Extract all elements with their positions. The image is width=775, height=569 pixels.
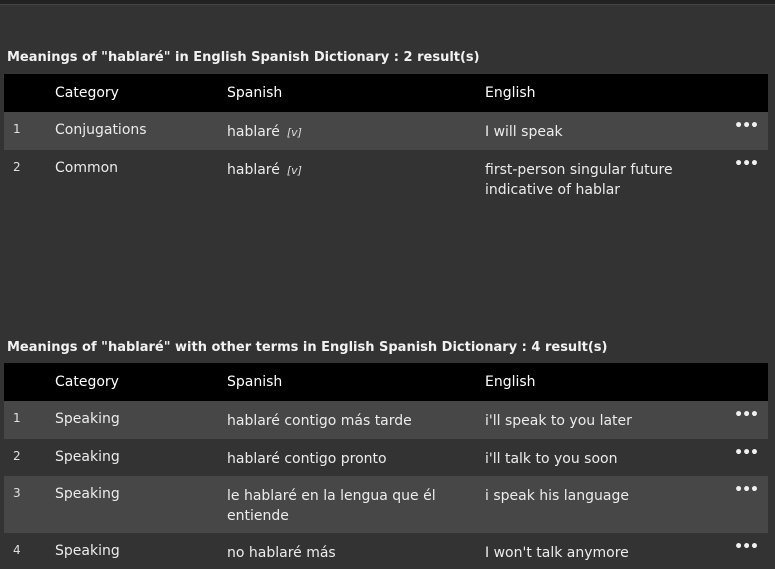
- table-row[interactable]: 4 Speaking no hablaré más I won't talk a…: [4, 533, 768, 569]
- row-category[interactable]: Speaking: [55, 449, 120, 465]
- meanings-table: Category Spanish English 1 Conjugations …: [4, 74, 768, 214]
- section-title-meanings: Meanings of "hablaré" in English Spanish…: [7, 50, 480, 65]
- part-of-speech: [v]: [286, 164, 302, 177]
- table-row[interactable]: 1 Speaking hablaré contigo más tarde i'l…: [4, 401, 768, 439]
- spanish-term-link[interactable]: hablaré: [227, 124, 280, 140]
- row-number: 1: [13, 122, 21, 136]
- table-row[interactable]: 3 Speaking le hablaré en la lengua que é…: [4, 476, 768, 533]
- table-row[interactable]: 1 Conjugations hablaré [v] I will speak •…: [4, 112, 768, 150]
- row-english[interactable]: i'll talk to you soon: [485, 449, 715, 469]
- row-english[interactable]: I won't talk anymore: [485, 543, 715, 563]
- top-bar: [0, 0, 775, 5]
- row-english[interactable]: first-person singular future indicative …: [485, 160, 715, 200]
- spanish-term-link[interactable]: hablaré: [227, 162, 280, 178]
- row-number: 1: [13, 411, 21, 425]
- more-options-icon[interactable]: •••: [734, 156, 759, 172]
- row-number: 3: [13, 486, 21, 500]
- row-english[interactable]: I will speak: [485, 122, 715, 142]
- more-options-icon[interactable]: •••: [734, 445, 759, 461]
- more-options-icon[interactable]: •••: [734, 482, 759, 498]
- header-category: Category: [55, 85, 119, 101]
- table-header: Category Spanish English: [4, 74, 768, 112]
- row-spanish: hablaré [v]: [227, 160, 457, 181]
- row-spanish[interactable]: hablaré contigo más tarde: [227, 411, 457, 431]
- row-spanish[interactable]: le hablaré en la lengua que él entiende: [227, 486, 457, 526]
- header-english: English: [485, 374, 536, 390]
- table-row[interactable]: 2 Common hablaré [v] first-person singula…: [4, 150, 768, 214]
- part-of-speech: [v]: [286, 126, 302, 139]
- more-options-icon[interactable]: •••: [734, 407, 759, 423]
- row-category[interactable]: Conjugations: [55, 122, 147, 138]
- row-category[interactable]: Common: [55, 160, 118, 176]
- table-row[interactable]: 2 Speaking hablaré contigo pronto i'll t…: [4, 439, 768, 476]
- row-number: 2: [13, 449, 21, 463]
- row-english[interactable]: i speak his language: [485, 486, 715, 506]
- row-spanish: hablaré [v]: [227, 122, 457, 143]
- header-category: Category: [55, 374, 119, 390]
- other-terms-table: Category Spanish English 1 Speaking habl…: [4, 363, 768, 569]
- row-number: 4: [13, 543, 21, 557]
- row-category[interactable]: Speaking: [55, 543, 120, 559]
- section-title-other-terms: Meanings of "hablaré" with other terms i…: [7, 340, 608, 355]
- header-spanish: Spanish: [227, 85, 283, 101]
- table-header: Category Spanish English: [4, 363, 768, 401]
- row-category[interactable]: Speaking: [55, 486, 120, 502]
- row-spanish[interactable]: hablaré contigo pronto: [227, 449, 457, 469]
- row-english[interactable]: i'll speak to you later: [485, 411, 715, 431]
- header-spanish: Spanish: [227, 374, 283, 390]
- row-spanish[interactable]: no hablaré más: [227, 543, 457, 563]
- row-number: 2: [13, 160, 21, 174]
- header-english: English: [485, 85, 536, 101]
- row-category[interactable]: Speaking: [55, 411, 120, 427]
- more-options-icon[interactable]: •••: [734, 118, 759, 134]
- more-options-icon[interactable]: •••: [734, 539, 759, 555]
